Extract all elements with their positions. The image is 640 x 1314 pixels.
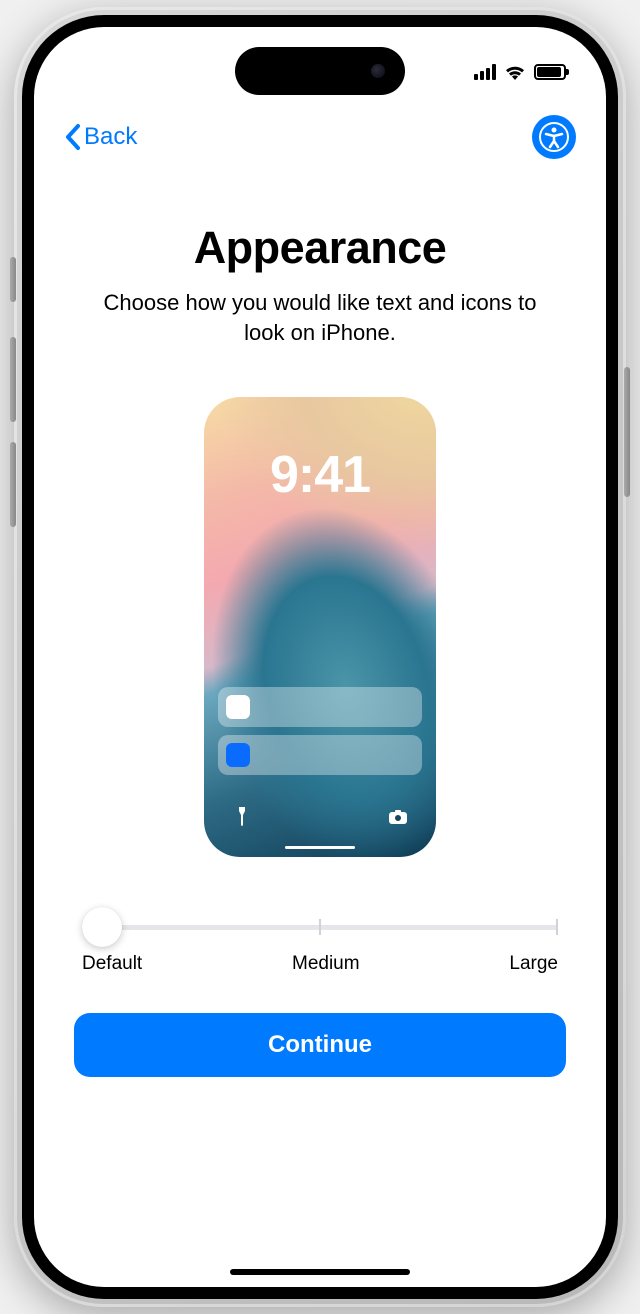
- text-size-slider-container: Default Medium Large: [74, 907, 566, 975]
- appearance-preview: 9:41: [204, 397, 436, 857]
- continue-button[interactable]: Continue: [74, 1013, 566, 1077]
- volume-down-button: [10, 442, 16, 527]
- slider-labels: Default Medium Large: [82, 953, 558, 975]
- home-indicator[interactable]: [230, 1269, 410, 1275]
- back-button[interactable]: Back: [64, 123, 137, 151]
- navigation-bar: Back: [34, 112, 606, 162]
- slider-thumb[interactable]: [82, 907, 122, 947]
- battery-icon: [534, 64, 566, 80]
- slider-label-default: Default: [82, 953, 142, 975]
- cellular-signal-icon: [474, 64, 496, 80]
- accessibility-button[interactable]: [532, 115, 576, 159]
- slider-label-large: Large: [509, 953, 558, 975]
- phone-hardware-frame: Back Appearance Choose how you would lik…: [14, 7, 626, 1307]
- chevron-left-icon: [64, 123, 82, 151]
- wifi-icon: [504, 64, 526, 80]
- silence-switch: [10, 257, 16, 302]
- page-subtitle: Choose how you would like text and icons…: [74, 288, 566, 347]
- back-label: Back: [84, 123, 137, 151]
- preview-notification: [218, 735, 422, 775]
- camera-icon: [388, 807, 408, 827]
- volume-up-button: [10, 337, 16, 422]
- main-content: Appearance Choose how you would like tex…: [34, 192, 606, 1287]
- preview-time: 9:41: [204, 445, 436, 505]
- screen: Back Appearance Choose how you would lik…: [34, 27, 606, 1287]
- side-button: [624, 367, 630, 497]
- preview-notification: [218, 687, 422, 727]
- flashlight-icon: [232, 807, 252, 827]
- page-title: Appearance: [74, 222, 566, 274]
- accessibility-icon: [538, 121, 570, 153]
- dynamic-island: [235, 47, 405, 95]
- preview-home-indicator: [285, 846, 355, 849]
- slider-label-medium: Medium: [292, 953, 360, 975]
- text-size-slider[interactable]: [82, 907, 558, 945]
